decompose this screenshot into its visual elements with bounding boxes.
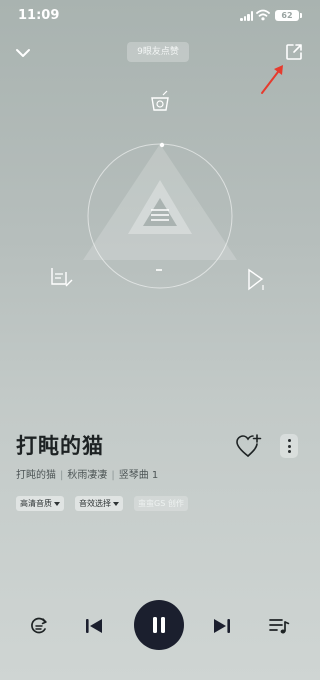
heart-plus-icon[interactable] (235, 433, 263, 459)
quality-tag[interactable]: 高清音质 (16, 496, 64, 511)
song-subtitle: 打盹的猫 | 秋雨凄凄 | 竖琴曲 1 (16, 470, 159, 481)
signal-icon (240, 11, 254, 21)
previous-icon[interactable] (84, 616, 104, 636)
battery-nub (300, 13, 302, 18)
creator-tag[interactable]: 蛮蛮GS 创作 (134, 496, 188, 511)
song-album[interactable]: 打盹的猫 (16, 470, 56, 481)
small-marker (156, 269, 162, 271)
wifi-icon (256, 9, 270, 21)
caret-down-icon (54, 501, 60, 506)
share-icon[interactable] (284, 42, 304, 62)
status-time: 11:09 (18, 8, 60, 23)
battery-icon: 62 (275, 10, 299, 21)
loop-mode-icon[interactable] (28, 615, 50, 637)
playlist-icon[interactable] (268, 616, 290, 636)
chevron-down-icon[interactable] (12, 44, 34, 62)
song-artist[interactable]: 秋雨凄凄 (67, 470, 107, 481)
pause-button[interactable] (134, 600, 184, 650)
left-node-icon (51, 268, 73, 287)
pause-icon (153, 617, 165, 633)
orbit-dot (159, 142, 165, 148)
next-icon[interactable] (212, 616, 232, 636)
right-node-icon (248, 268, 264, 291)
song-title: 打盹的猫 (16, 434, 104, 458)
visualizer (51, 90, 264, 291)
likes-pill[interactable]: 9眼友点赞 (127, 42, 189, 62)
song-genre[interactable]: 竖琴曲 1 (119, 470, 159, 481)
caret-down-icon (113, 501, 119, 506)
sound-effect-tag[interactable]: 音效选择 (75, 496, 123, 511)
more-vertical-icon[interactable] (280, 434, 298, 458)
top-node-icon (151, 90, 169, 111)
